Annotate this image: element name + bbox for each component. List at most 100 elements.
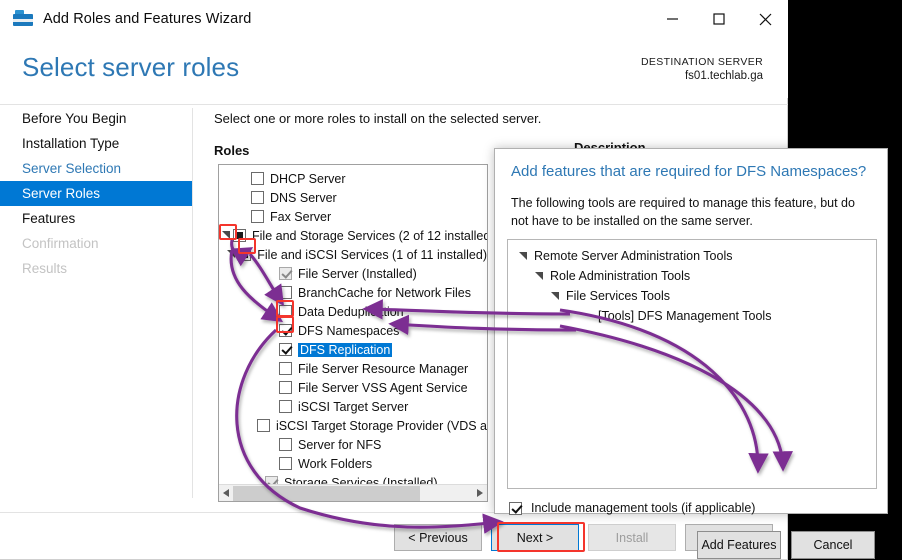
include-tools-checkbox-box[interactable] [509, 501, 522, 515]
minimize-icon[interactable] [650, 0, 696, 38]
table-row[interactable]: DHCP Server [219, 169, 487, 188]
role-label: File Server VSS Agent Service [298, 380, 468, 395]
table-row[interactable]: BranchCache for Network Files [219, 283, 487, 302]
table-row[interactable]: File Server Resource Manager [219, 359, 487, 378]
table-row[interactable]: DFS Namespaces [219, 321, 487, 340]
table-row[interactable]: iSCSI Target Storage Provider (VDS a [219, 416, 487, 435]
scrollbar-thumb[interactable] [233, 486, 420, 501]
sidebar-item-server-selection[interactable]: Server Selection [0, 156, 192, 181]
table-row[interactable]: Server for NFS [219, 435, 487, 454]
sidebar-item-results: Results [22, 261, 68, 276]
role-checkbox[interactable] [279, 362, 292, 375]
role-checkbox[interactable] [279, 286, 292, 299]
screenshot-root: Add Roles and Features Wizard Select ser… [0, 0, 902, 560]
maximize-icon[interactable] [696, 0, 742, 38]
table-row[interactable]: File Server (Installed) [219, 264, 487, 283]
sidebar-item-server-roles[interactable]: Server Roles [0, 181, 192, 206]
table-row[interactable]: File and Storage Services (2 of 12 insta… [219, 226, 487, 245]
role-checkbox[interactable] [279, 305, 292, 318]
expander-collapse-icon[interactable] [219, 231, 233, 240]
list-item[interactable]: [Tools] DFS Management Tools [508, 306, 876, 326]
destination-server-name: fs01.techlab.ga [684, 70, 763, 83]
dialog-title: Add features that are required for DFS N… [511, 163, 867, 180]
scroll-left-icon[interactable] [219, 485, 233, 501]
add-features-button[interactable]: Add Features [697, 531, 781, 559]
add-features-dialog: Add features that are required for DFS N… [494, 148, 888, 559]
role-label: Fax Server [270, 209, 332, 224]
sidebar-item-installation-type[interactable]: Installation Type [0, 131, 192, 156]
table-row[interactable]: File Server VSS Agent Service [219, 378, 487, 397]
expander-collapse-icon[interactable] [532, 271, 546, 281]
role-label: Work Folders [298, 456, 373, 471]
role-label: BranchCache for Network Files [298, 285, 471, 300]
table-row[interactable]: File and iSCSI Services (1 of 11 install… [219, 245, 487, 264]
role-checkbox[interactable] [238, 248, 252, 261]
window-title: Add Roles and Features Wizard [43, 11, 252, 27]
role-checkbox[interactable] [279, 400, 292, 413]
table-row[interactable]: iSCSI Target Server [219, 397, 487, 416]
expander-collapse-icon[interactable] [224, 250, 238, 259]
intro-text: Select one or more roles to install on t… [214, 111, 542, 126]
table-row[interactable]: DFS Replication [219, 340, 487, 359]
list-item[interactable]: Role Administration Tools [508, 266, 876, 286]
role-label: File and Storage Services (2 of 12 insta… [252, 228, 488, 243]
sidebar-item-before-you-begin[interactable]: Before You Begin [0, 106, 192, 131]
dialog-body-text: The following tools are required to mana… [511, 196, 855, 229]
role-checkbox[interactable] [251, 172, 264, 185]
list-item[interactable]: Remote Server Administration Tools [508, 246, 876, 266]
tool-label: Remote Server Administration Tools [534, 249, 733, 263]
close-icon[interactable] [742, 0, 788, 38]
role-label: Data Deduplication [298, 304, 404, 319]
window-titlebar: Add Roles and Features Wizard [0, 0, 788, 38]
role-label: File Server Resource Manager [298, 361, 469, 376]
header-divider [0, 104, 788, 105]
destination-server-label: DESTINATION SERVER [640, 56, 763, 68]
window-controls [650, 0, 788, 38]
role-label: DHCP Server [270, 171, 346, 186]
role-checkbox[interactable] [279, 457, 292, 470]
expander-collapse-icon[interactable] [516, 251, 530, 261]
include-tools-label: Include management tools (if applicable) [531, 501, 756, 515]
role-checkbox[interactable] [233, 229, 246, 242]
sidebar-item-confirmation: Confirmation [22, 236, 99, 251]
role-label: DNS Server [270, 190, 337, 205]
role-checkbox[interactable] [251, 210, 264, 223]
install-button: Install [588, 524, 676, 551]
role-checkbox[interactable] [279, 343, 292, 356]
role-label: File and iSCSI Services (1 of 11 install… [257, 247, 487, 262]
table-row[interactable]: Data Deduplication [219, 302, 487, 321]
role-checkbox[interactable] [279, 381, 292, 394]
table-row[interactable]: DNS Server [219, 188, 487, 207]
role-label: iSCSI Target Storage Provider (VDS a [276, 418, 487, 433]
list-item[interactable]: File Services Tools [508, 286, 876, 306]
page-title: Select server roles [22, 52, 240, 82]
role-label: DFS Namespaces [298, 323, 400, 338]
required-tools-tree[interactable]: Remote Server Administration Tools Role A… [507, 239, 877, 489]
role-label: iSCSI Target Server [298, 399, 409, 414]
role-checkbox[interactable] [257, 419, 271, 432]
table-row[interactable]: Work Folders [219, 454, 487, 473]
tool-label: [Tools] DFS Management Tools [598, 309, 772, 323]
role-label: DFS Replication [298, 342, 393, 357]
table-row[interactable]: Fax Server [219, 207, 487, 226]
wizard-navigation: Before You Begin Installation Type Server … [0, 106, 192, 559]
include-management-tools-checkbox[interactable]: Include management tools (if applicable) [509, 501, 755, 515]
scroll-right-icon[interactable] [473, 485, 487, 501]
roles-horizontal-scrollbar[interactable] [219, 484, 487, 501]
tool-label: Role Administration Tools [550, 269, 691, 283]
role-checkbox[interactable] [279, 438, 292, 451]
roles-listbox[interactable]: DHCP Server DNS Server Fax Server File and … [218, 164, 488, 502]
role-checkbox[interactable] [251, 191, 264, 204]
tool-label: File Services Tools [566, 289, 670, 303]
dialog-buttons: Add Features Cancel [697, 531, 875, 559]
expander-collapse-icon[interactable] [548, 291, 562, 301]
next-button[interactable]: Next > [491, 524, 579, 551]
role-checkbox [279, 267, 292, 280]
role-checkbox[interactable] [279, 324, 292, 337]
previous-button[interactable]: < Previous [394, 524, 482, 551]
sidebar-item-features[interactable]: Features [0, 206, 192, 231]
dialog-cancel-button[interactable]: Cancel [791, 531, 875, 559]
role-label: Server for NFS [298, 437, 382, 452]
destination-server-info: DESTINATION SERVER fs01.techlab.ga [641, 55, 763, 85]
role-label: File Server (Installed) [298, 266, 417, 281]
